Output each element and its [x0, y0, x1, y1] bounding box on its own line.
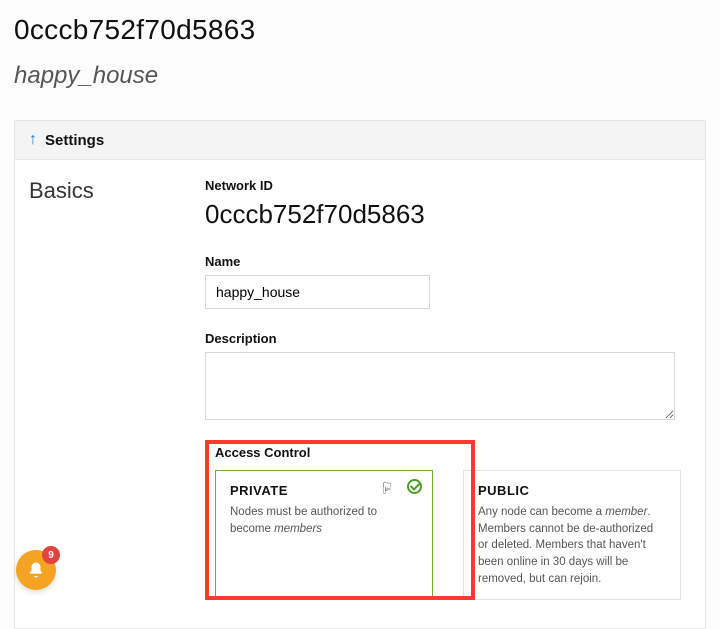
description-textarea[interactable] — [205, 352, 675, 420]
access-private-desc: Nodes must be authorized to become membe… — [230, 504, 418, 537]
name-label: Name — [205, 254, 691, 269]
settings-panel: ↑ Settings Basics Network ID 0cccb752f70… — [14, 120, 706, 629]
network-id-label: Network ID — [205, 178, 691, 193]
cursor-icon: ☟ — [382, 479, 392, 499]
access-public-title: PUBLIC — [478, 483, 666, 498]
notification-count-badge: 9 — [42, 546, 60, 564]
notifications-button[interactable]: 9 — [16, 550, 56, 590]
network-name-heading: happy_house — [14, 62, 706, 90]
access-public-desc: Any node can become a member. Members ca… — [478, 504, 666, 587]
access-option-public[interactable]: PUBLIC Any node can become a member. Mem… — [463, 470, 681, 600]
description-label: Description — [205, 331, 691, 346]
settings-panel-toggle[interactable]: ↑ Settings — [15, 121, 705, 160]
settings-panel-label: Settings — [45, 132, 104, 149]
section-basics-label: Basics — [29, 178, 185, 608]
access-option-private[interactable]: PRIVATE Nodes must be authorized to beco… — [215, 470, 433, 600]
check-icon — [407, 479, 422, 494]
bell-icon — [27, 561, 45, 579]
network-id-heading: 0cccb752f70d5863 — [14, 14, 706, 46]
network-id-value: 0cccb752f70d5863 — [205, 199, 691, 230]
access-control-label: Access Control — [215, 445, 681, 460]
name-input[interactable] — [205, 275, 430, 309]
collapse-arrow-icon: ↑ — [29, 131, 37, 149]
